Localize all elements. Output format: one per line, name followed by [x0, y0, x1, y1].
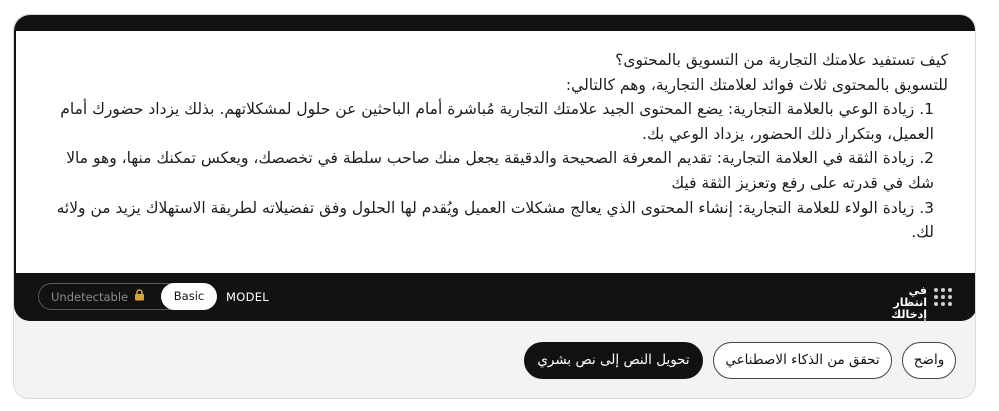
grid-dot [934, 295, 938, 299]
humanize-button[interactable]: تحويل النص إلى نص بشري [524, 342, 703, 379]
grid-dot [948, 302, 952, 306]
paragraph-point-2: 2. زيادة الثقة في العلامة التجارية: تقدي… [66, 149, 934, 192]
mode-option-undetectable[interactable]: Undetectable [51, 289, 145, 304]
grid-dot [948, 288, 952, 292]
paragraph-question: كيف تستفيد علامتك التجارية من التسويق با… [615, 51, 948, 69]
editor-panel: كيف تستفيد علامتك التجارية من التسويق با… [14, 15, 975, 321]
mode-toggle[interactable]: Undetectable Basic [38, 283, 217, 310]
humanizer-card: كيف تستفيد علامتك التجارية من التسويق با… [13, 14, 976, 399]
model-selector[interactable]: MODEL [226, 290, 269, 304]
clear-button[interactable]: واضح [902, 342, 956, 379]
status-line-2: إدخالك [891, 308, 927, 321]
grid-dot [934, 288, 938, 292]
grid-dot [948, 295, 952, 299]
action-bar: تحويل النص إلى نص بشري تحقق من الذكاء ال… [14, 321, 975, 398]
status-text: في انتظار إدخالك [883, 285, 927, 321]
status-line-1: في انتظار [893, 284, 927, 309]
grid-dot [941, 302, 945, 306]
grid-dot [941, 288, 945, 292]
grid-icon [934, 288, 954, 308]
grid-dot [941, 295, 945, 299]
paragraph-intro: للتسويق بالمحتوى ثلاث فوائد لعلامتك التج… [565, 75, 948, 94]
lock-icon [134, 289, 145, 304]
grid-dot [934, 302, 938, 306]
editor-toolbar: Undetectable Basic MODEL في انتظار إدخال… [14, 273, 975, 321]
paragraph-point-3: 3. زيادة الولاء للعلامة التجارية: إنشاء … [56, 198, 934, 242]
mode-option-basic[interactable]: Basic [161, 283, 217, 310]
ai-detect-button[interactable]: تحقق من الذكاء الاصطناعي [713, 342, 892, 379]
paragraph-point-1: 1. زيادة الوعي بالعلامة التجارية: يضع ال… [60, 100, 934, 143]
text-editor[interactable]: كيف تستفيد علامتك التجارية من التسويق با… [16, 31, 975, 273]
mode-option-undetectable-label: Undetectable [51, 289, 129, 304]
